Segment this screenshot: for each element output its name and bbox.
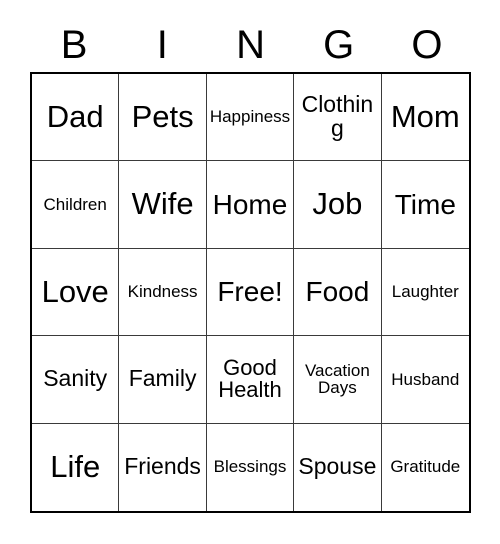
bingo-cell-r2-c4[interactable]: Job: [294, 161, 382, 249]
bingo-cell-r4-c5[interactable]: Husband: [381, 336, 469, 424]
bingo-free-cell[interactable]: Free!: [206, 248, 295, 337]
bingo-cell-label: Pets: [131, 99, 194, 135]
bingo-cell-label: Happiness: [209, 107, 291, 127]
bingo-cell-label: Free!: [217, 276, 283, 308]
bingo-cell-label: Home: [212, 189, 288, 221]
bingo-cell-label: Sanity: [43, 365, 108, 392]
bingo-cell-label: Family: [128, 365, 197, 392]
bingo-cell-label: Time: [394, 189, 456, 221]
bingo-cell-r5-c2[interactable]: Friends: [119, 423, 207, 511]
bingo-cell-label: Food: [305, 276, 370, 308]
bingo-cell-r2-c3[interactable]: Home: [206, 161, 295, 249]
bingo-cell-r5-c3[interactable]: Blessings: [206, 423, 295, 511]
bingo-header-letter-b: B: [60, 23, 88, 67]
bingo-cell-r3-c1[interactable]: Love: [32, 248, 120, 337]
bingo-cell-label: Vacation Days: [304, 360, 370, 398]
bingo-cell-label: Kindness: [127, 282, 198, 302]
bingo-cell-r1-c1[interactable]: Dad: [32, 74, 120, 162]
bingo-cell-label: Life: [50, 449, 101, 485]
bingo-cell-r3-c4[interactable]: Food: [294, 248, 382, 337]
bingo-cell-label: Good Health: [218, 354, 282, 403]
bingo-header-letter-g: G: [323, 23, 355, 67]
bingo-cell-label: Mom: [390, 99, 460, 135]
bingo-cell-label: Blessings: [213, 457, 287, 477]
bingo-cell-label: Love: [41, 273, 109, 309]
bingo-cell-label: Gratitude: [390, 457, 461, 477]
bingo-header-letter-o: O: [411, 23, 443, 67]
bingo-cell-label: Clothing: [301, 91, 374, 142]
bingo-grid: Dad Pets Happiness Clothing Mom Children Wife H…: [30, 72, 471, 513]
bingo-cell-r2-c1[interactable]: Children: [32, 161, 120, 249]
bingo-cell-r1-c2[interactable]: Pets: [119, 74, 207, 162]
bingo-cell-r2-c5[interactable]: Time: [381, 161, 469, 249]
bingo-cell-label: Dad: [46, 99, 104, 135]
bingo-cell-label: Laughter: [391, 282, 459, 302]
bingo-cell-label: Job: [312, 186, 363, 222]
bingo-cell-r3-c5[interactable]: Laughter: [381, 248, 469, 337]
bingo-cell-r1-c5[interactable]: Mom: [381, 74, 469, 162]
bingo-cell-r2-c2[interactable]: Wife: [119, 161, 207, 249]
bingo-cell-r1-c3[interactable]: Happiness: [206, 74, 295, 162]
bingo-cell-r5-c5[interactable]: Gratitude: [381, 423, 469, 511]
bingo-cell-r4-c3[interactable]: Good Health: [206, 336, 295, 424]
bingo-cell-r5-c4[interactable]: Spouse: [294, 423, 382, 511]
bingo-cell-r1-c4[interactable]: Clothing: [294, 74, 382, 162]
bingo-cell-label: Friends: [124, 453, 201, 480]
bingo-cell-r4-c4[interactable]: Vacation Days: [294, 336, 382, 424]
bingo-cell-label: Children: [43, 194, 107, 214]
bingo-header-letter-n: N: [236, 23, 265, 67]
bingo-header-row: BINGO: [30, 18, 471, 72]
bingo-cell-r5-c1[interactable]: Life: [32, 423, 120, 511]
bingo-cell-label: Wife: [131, 186, 194, 222]
bingo-cell-r4-c2[interactable]: Family: [119, 336, 207, 424]
bingo-card: B I N G O Dad Pets Happiness Clothing Mom Childre…: [0, 0, 500, 544]
bingo-cell-r3-c2[interactable]: Kindness: [119, 248, 207, 337]
bingo-header-letter-i: I: [156, 23, 168, 67]
bingo-cell-label: Husband: [391, 369, 460, 389]
bingo-cell-r4-c1[interactable]: Sanity: [32, 336, 120, 424]
bingo-cell-label: Spouse: [298, 453, 377, 480]
